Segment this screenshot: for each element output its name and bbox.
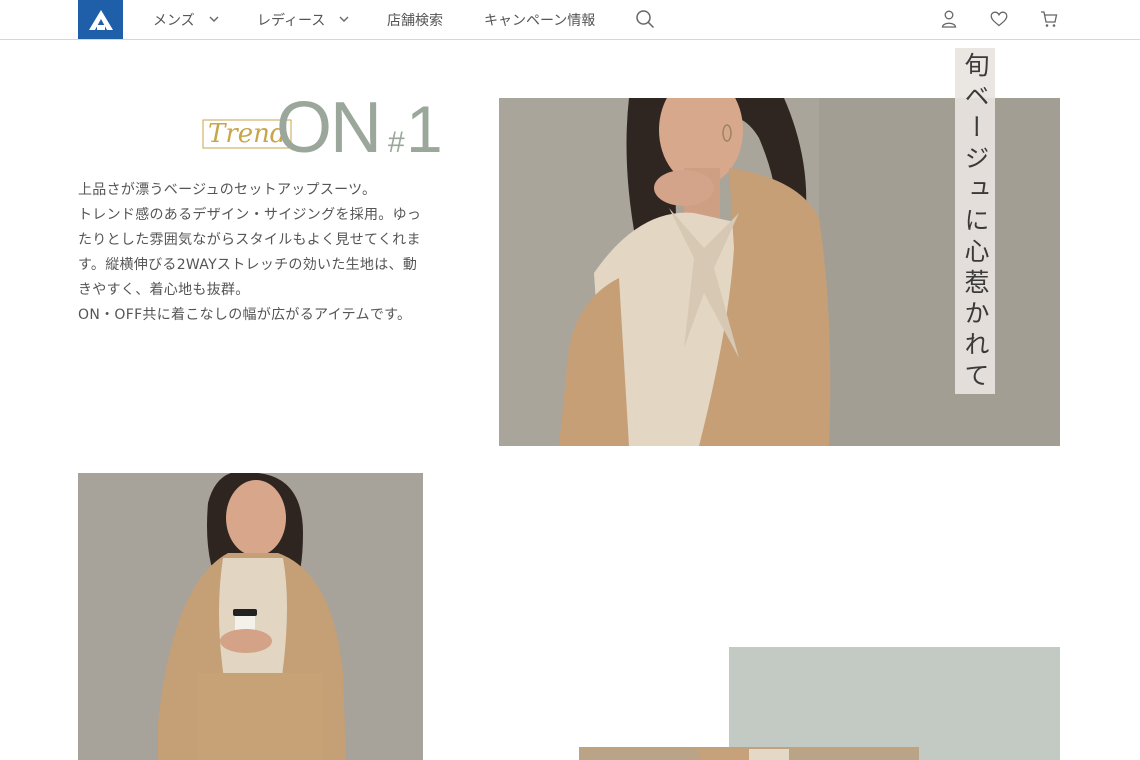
logo-mark-icon bbox=[88, 9, 113, 30]
user-icon[interactable] bbox=[938, 8, 960, 30]
cart-icon[interactable] bbox=[1038, 8, 1060, 30]
nav-store-search[interactable]: 店舗検索 bbox=[387, 0, 443, 39]
feature-description: 上品さが漂うベージュのセットアップスーツ。 トレンド感のあるデザイン・サイジング… bbox=[78, 178, 423, 328]
heart-icon[interactable] bbox=[988, 8, 1010, 30]
site-header: メンズ レディース 店舗検索 キャンペーン情報 bbox=[0, 0, 1140, 40]
nav-campaign-label: キャンペーン情報 bbox=[484, 12, 596, 29]
description-line: ON・OFF共に着こなしの幅が広がるアイテムです。 bbox=[78, 307, 412, 323]
nav-campaign[interactable]: キャンペーン情報 bbox=[484, 0, 595, 39]
brand-logo[interactable] bbox=[78, 0, 123, 39]
nav-ladies[interactable]: レディース bbox=[257, 0, 349, 39]
search-icon[interactable] bbox=[634, 8, 656, 30]
vertical-caption-text: 旬ベージュに心惹かれて bbox=[961, 52, 990, 393]
nav-store-search-label: 店舗検索 bbox=[387, 12, 443, 29]
nav-mens-label: メンズ bbox=[153, 12, 195, 29]
description-line: トレンド感のあるデザイン・サイジングを採用。ゆったりとした雰囲気ながらスタイルも… bbox=[78, 207, 422, 298]
trend-on: ON bbox=[276, 90, 380, 160]
chevron-down-icon bbox=[209, 16, 219, 23]
vertical-caption: 旬ベージュに心惹かれて bbox=[955, 48, 995, 394]
trend-heading: Trend ON # 1 bbox=[200, 88, 443, 168]
third-model-photo bbox=[579, 747, 919, 760]
nav-ladies-label: レディース bbox=[257, 12, 326, 29]
accent-block bbox=[729, 647, 1060, 760]
chevron-down-icon bbox=[339, 16, 349, 23]
trend-number: 1 bbox=[406, 92, 440, 160]
second-model-photo bbox=[78, 473, 423, 760]
description-line: 上品さが漂うベージュのセットアップスーツ。 bbox=[78, 182, 377, 198]
trend-hash: # bbox=[388, 126, 405, 159]
trend-script: Trend bbox=[208, 119, 287, 149]
nav-mens[interactable]: メンズ bbox=[153, 0, 219, 39]
